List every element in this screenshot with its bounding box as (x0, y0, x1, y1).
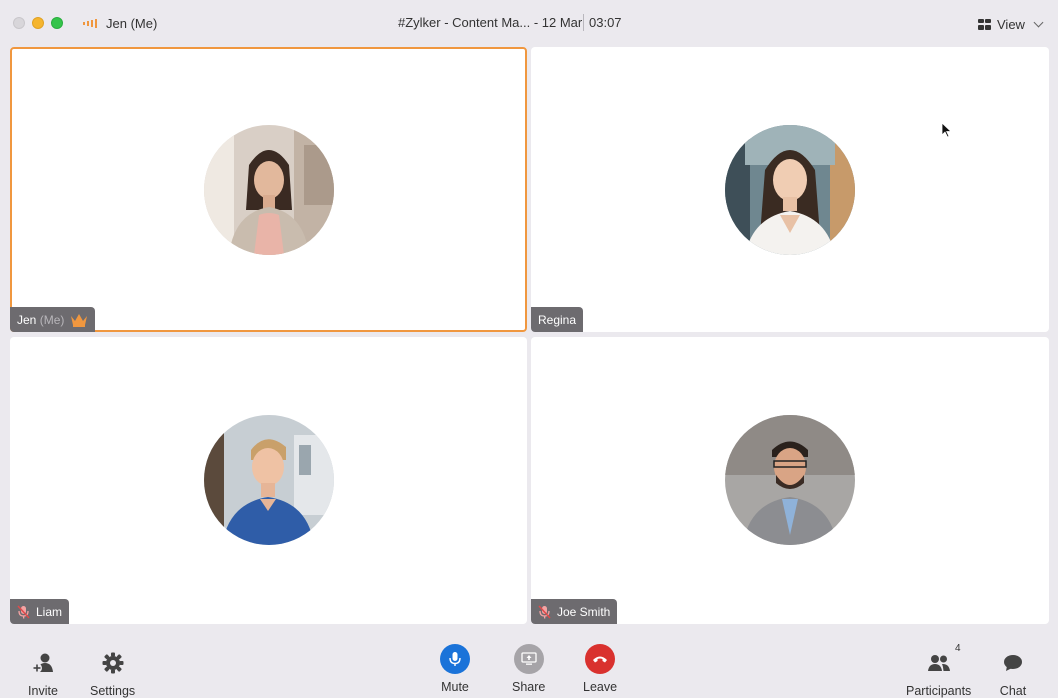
participant-name: Regina (538, 312, 577, 327)
participant-nametag: Joe Smith (531, 599, 618, 624)
participants-count: 4 (955, 643, 961, 654)
avatar-jen (204, 125, 334, 255)
participant-name: Liam (36, 604, 63, 619)
add-user-icon (28, 648, 58, 678)
network-signal-icon[interactable] (83, 17, 99, 29)
mute-button[interactable]: Mute (440, 644, 470, 694)
title-bar: Jen (Me) #Zylker - Content Ma... - 12 Ma… (0, 0, 1058, 46)
settings-button[interactable]: Settings (90, 648, 135, 698)
gear-icon (98, 648, 128, 678)
participant-tile-jen[interactable]: Jen (Me) (10, 47, 527, 332)
participant-name: Joe Smith (557, 604, 611, 619)
leave-button[interactable]: Leave (583, 644, 617, 694)
mic-muted-icon (538, 604, 551, 619)
participant-name: Jen (Me) (17, 312, 65, 327)
meeting-toolbar: Invite Settings Mute Share Leave 4 Parti… (0, 628, 1058, 698)
share-label: Share (512, 680, 546, 694)
view-label: View (997, 16, 1025, 32)
chevron-down-icon (1033, 17, 1044, 27)
participant-tile-joe-smith[interactable]: Joe Smith (531, 337, 1049, 624)
participants-icon (924, 648, 954, 678)
participant-nametag: Regina (531, 307, 584, 332)
chat-label: Chat (999, 684, 1027, 698)
avatar-joe-smith (725, 415, 855, 545)
invite-button[interactable]: Invite (28, 648, 58, 698)
screen-share-icon (513, 644, 544, 674)
participant-tile-liam[interactable]: Liam (10, 337, 527, 624)
mouse-cursor-icon (941, 122, 952, 138)
participant-nametag: Liam (10, 599, 70, 624)
hang-up-icon (585, 644, 616, 674)
share-button[interactable]: Share (512, 644, 545, 694)
window-close-button[interactable] (13, 17, 25, 29)
grid-layout-icon (978, 18, 991, 30)
invite-label: Invite (28, 684, 58, 698)
participant-nametag: Jen (Me) (10, 307, 96, 332)
leave-label: Leave (583, 680, 618, 694)
mic-muted-icon (17, 604, 30, 619)
settings-label: Settings (90, 684, 136, 698)
window-maximize-button[interactable] (51, 17, 63, 29)
crown-host-icon (71, 313, 88, 327)
chat-button[interactable]: Chat (998, 648, 1028, 698)
mute-label: Mute (441, 680, 469, 694)
meeting-window: Jen (Me) #Zylker - Content Ma... - 12 Ma… (0, 0, 1058, 698)
avatar-regina (725, 125, 855, 255)
chat-bubble-icon (998, 648, 1028, 678)
meeting-timer: 03:07 (589, 15, 622, 30)
avatar-liam (204, 415, 334, 545)
participants-button[interactable]: 4 Participants (906, 643, 972, 698)
microphone-icon (440, 644, 470, 674)
view-dropdown[interactable]: View (978, 15, 1044, 33)
participant-tile-regina[interactable]: Regina (531, 47, 1049, 332)
self-name-label: Jen (Me) (106, 16, 158, 31)
participants-label: Participants (906, 684, 972, 698)
meeting-title: #Zylker - Content Ma... - 12 Mar (398, 15, 583, 30)
window-minimize-button[interactable] (32, 17, 44, 29)
title-divider (583, 14, 584, 31)
